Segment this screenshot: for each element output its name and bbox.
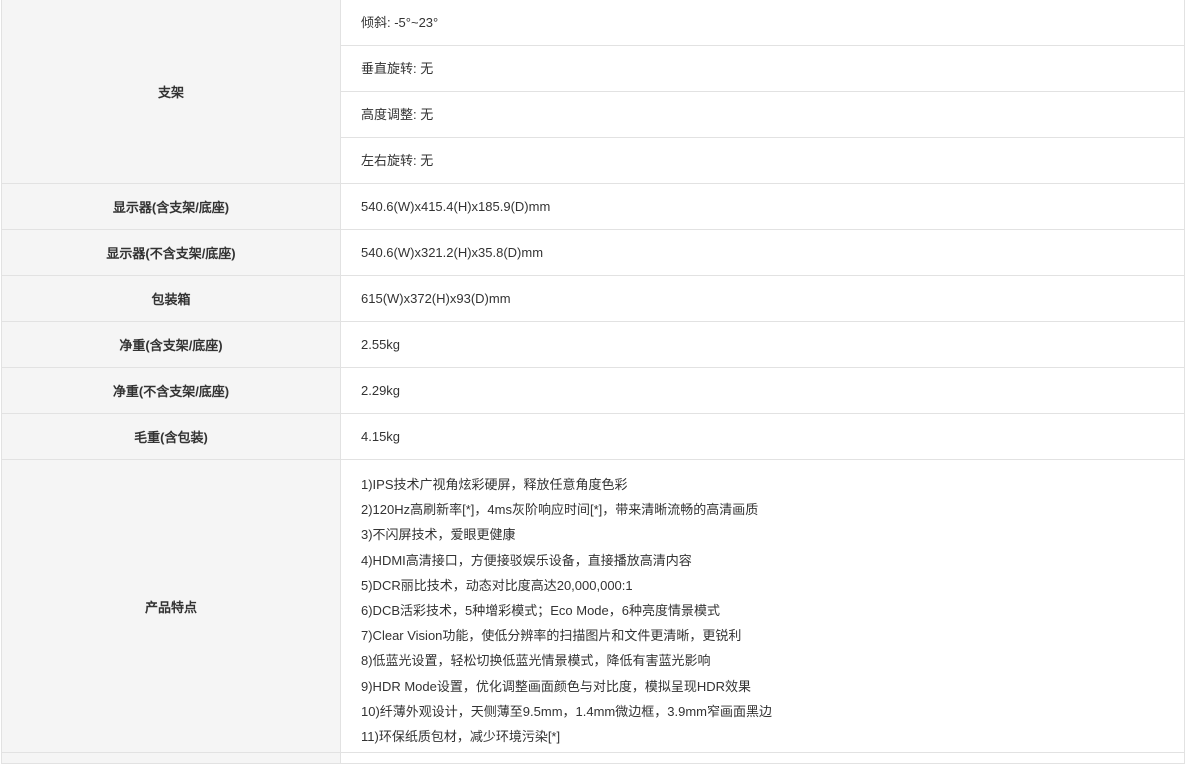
row-label: 显示器(不含支架/底座): [1, 229, 341, 276]
row-value: 2.29kg: [340, 367, 1185, 414]
row-value-empty: [340, 752, 1185, 764]
feature-item: 1)IPS技术广视角炫彩硬屏，释放任意角度色彩: [361, 477, 628, 492]
feature-item: 3)不闪屏技术，爱眼更健康: [361, 527, 516, 543]
row-label: 净重(不含支架/底座): [1, 367, 341, 414]
table-row: 显示器(含支架/底座) 540.6(W)x415.4(H)x185.9(D)mm: [1, 183, 1185, 230]
stand-height-value: 高度调整: 无: [341, 92, 1184, 138]
stand-pivot-value: 垂直旋转: 无: [341, 46, 1184, 92]
row-label: 显示器(含支架/底座): [1, 183, 341, 230]
table-row: 包装箱 615(W)x372(H)x93(D)mm: [1, 275, 1185, 322]
row-value-group: 倾斜: -5°~23° 垂直旋转: 无 高度调整: 无 左右旋转: 无: [340, 0, 1185, 184]
table-row: 产品特点 1)IPS技术广视角炫彩硬屏，释放任意角度色彩 2)120Hz高刷新率…: [1, 458, 1185, 754]
table-row: 净重(含支架/底座) 2.55kg: [1, 321, 1185, 368]
stand-swivel-value: 左右旋转: 无: [361, 153, 434, 168]
row-label: 产品特点: [1, 458, 341, 754]
feature-item: 8)低蓝光设置，轻松切换低蓝光情景模式，降低有害蓝光影响: [361, 653, 711, 669]
row-label: 支架: [1, 0, 341, 184]
row-value: 540.6(W)x415.4(H)x185.9(D)mm: [340, 183, 1185, 230]
table-row: 支架 倾斜: -5°~23° 垂直旋转: 无 高度调整: 无 左右旋转: 无: [1, 0, 1185, 184]
table-row: 毛重(含包装) 4.15kg: [1, 413, 1185, 460]
feature-item: 4)HDMI高清接口，方便接驳娱乐设备，直接播放高清内容: [361, 552, 692, 568]
table-row: 净重(不含支架/底座) 2.29kg: [1, 367, 1185, 414]
row-value: 615(W)x372(H)x93(D)mm: [340, 275, 1185, 322]
feature-item: 2)120Hz高刷新率[*]，4ms灰阶响应时间[*]，带来清晰流畅的高清画质: [361, 502, 759, 518]
feature-item: 6)DCB活彩技术，5种增彩模式；Eco Mode，6种亮度情景模式: [361, 603, 720, 619]
row-label: 包装箱: [1, 275, 341, 322]
feature-item: 7)Clear Vision功能，使低分辨率的扫描图片和文件更清晰，更锐利: [361, 628, 742, 644]
row-value: 540.6(W)x321.2(H)x35.8(D)mm: [340, 229, 1185, 276]
table-row: 显示器(不含支架/底座) 540.6(W)x321.2(H)x35.8(D)mm: [1, 229, 1185, 276]
row-value: 4.15kg: [340, 413, 1185, 460]
row-label-empty: [1, 752, 341, 764]
table-row: [1, 752, 1185, 764]
feature-item: 5)DCR丽比技术，动态对比度高达20,000,000:1: [361, 577, 633, 593]
features-list: 1)IPS技术广视角炫彩硬屏，释放任意角度色彩 2)120Hz高刷新率[*]，4…: [340, 458, 1185, 754]
row-value: 2.55kg: [340, 321, 1185, 368]
row-label: 毛重(含包装): [1, 413, 341, 460]
feature-item: 10)纤薄外观设计，天侧薄至9.5mm，1.4mm微边框，3.9mm窄画面黑边: [361, 703, 772, 719]
feature-item: 11)环保纸质包材，减少环境污染[*]: [361, 729, 561, 745]
stand-tilt-value: 倾斜: -5°~23°: [341, 0, 1184, 46]
spec-table: 支架 倾斜: -5°~23° 垂直旋转: 无 高度调整: 无 左右旋转: 无 显…: [1, 0, 1185, 764]
row-label: 净重(含支架/底座): [1, 321, 341, 368]
feature-item: 9)HDR Mode设置，优化调整画面颜色与对比度，模拟呈现HDR效果: [361, 678, 752, 694]
